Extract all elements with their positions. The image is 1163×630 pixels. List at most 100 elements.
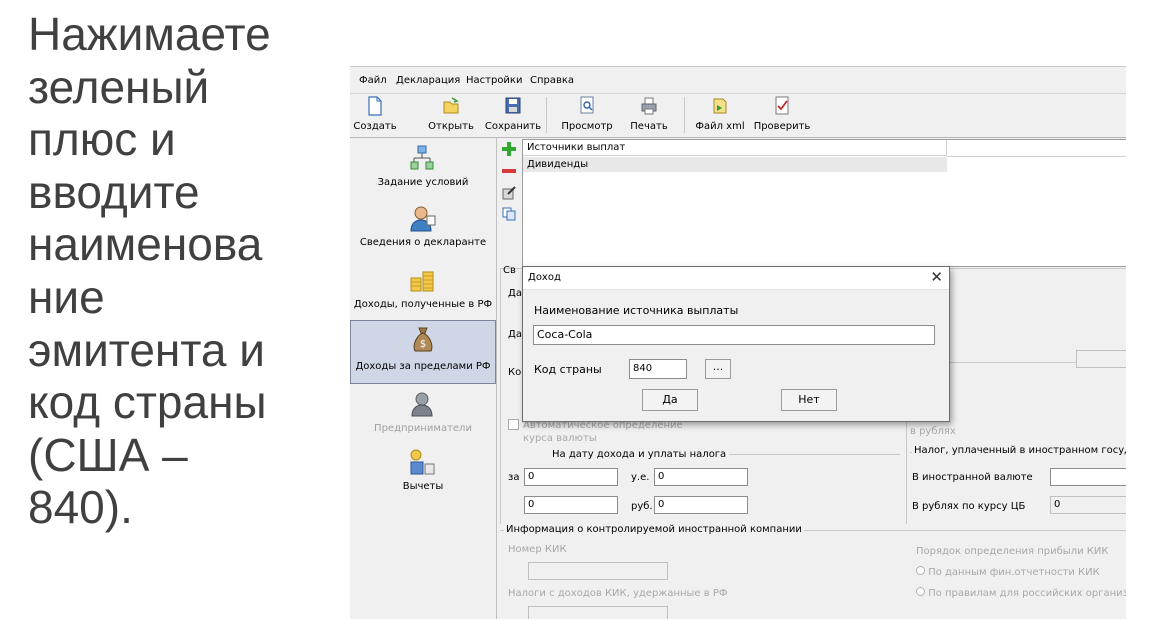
kik-number-field (528, 562, 668, 580)
save-button[interactable]: Сохранить (484, 93, 542, 137)
menu-help[interactable]: Справка (530, 75, 574, 86)
slide-text-line: плюс и (28, 113, 176, 166)
print-button[interactable]: Печать (624, 93, 674, 137)
xml-file-button[interactable]: Файл xml (694, 93, 746, 137)
money-bag-icon: $ (413, 327, 433, 352)
kik-taxes-label: Налоги с доходов КИК, удержанные в РФ (508, 588, 728, 599)
payment-sources-list[interactable]: Источники выплат Дивиденды (522, 139, 1126, 267)
kik-taxes-field (528, 606, 668, 619)
sidebar: Задание условий Сведения о декларанте До… (350, 138, 497, 619)
svg-text:$: $ (420, 339, 426, 350)
menu-settings[interactable]: Настройки (466, 75, 522, 86)
sidebar-item-deductions[interactable]: Вычеты (350, 444, 496, 502)
open-folder-icon (443, 97, 459, 114)
amount-rub-field[interactable]: 0 (654, 496, 748, 514)
list-column-header: Источники выплат (523, 140, 947, 156)
copy-icon (502, 207, 516, 221)
kik-number-label: Номер КИК (508, 544, 567, 555)
auto-rate-checkbox[interactable] (508, 419, 519, 432)
open-button[interactable]: Открыть (426, 93, 476, 137)
sidebar-item-label: Сведения о декларанте (359, 237, 487, 248)
hidden-field (1076, 350, 1126, 368)
print-label: Печать (630, 121, 668, 132)
add-source-button[interactable] (500, 142, 518, 158)
floppy-disk-icon (505, 97, 521, 114)
sidebar-item-entrepreneurs[interactable]: Предприниматели (350, 386, 496, 444)
no-button[interactable]: Нет (781, 389, 837, 411)
rub-cb-label: В рублях по курсу ЦБ (912, 501, 1026, 512)
slide-text-line: наименова (28, 218, 263, 271)
sidebar-item-label: Задание условий (377, 177, 469, 188)
new-document-icon (368, 96, 382, 116)
income-dialog: Доход ✕ Наименование источника выплаты C… (522, 266, 950, 422)
sidebar-item-declarant[interactable]: Сведения о декларанте (350, 200, 496, 258)
dialog-title-bar: Доход ✕ (523, 267, 949, 290)
deductions-icon (410, 449, 435, 475)
list-item[interactable]: Дивиденды (523, 157, 947, 172)
printer-icon (641, 97, 657, 115)
date-label-clipped: Да (508, 329, 522, 340)
kik-group-title: Информация о контролируемой иностранной … (504, 524, 804, 535)
toolbar-separator (684, 97, 685, 133)
open-label: Открыть (428, 121, 474, 132)
red-minus-icon (502, 169, 516, 173)
entrepreneur-icon (411, 392, 433, 417)
edit-icon (502, 186, 516, 200)
slide-text-line: (США – (28, 428, 188, 481)
auto-rate-label: Автоматическое определение курса валюты (523, 420, 683, 444)
menu-file[interactable]: Файл (359, 75, 387, 86)
edit-source-button[interactable] (500, 186, 518, 202)
rub-label: руб. (631, 501, 653, 512)
in-rubles-label: в рублях (910, 426, 956, 437)
country-code-input[interactable]: 840 (629, 359, 687, 379)
radio-fin-reports[interactable]: По данным фин.отчетности КИК (916, 566, 1100, 578)
check-button[interactable]: Проверить (750, 93, 814, 137)
foreign-tax-group-title: Налог, уплаченный в иностранном государс… (912, 445, 1126, 456)
foreign-currency-field[interactable] (1050, 468, 1126, 486)
sidebar-item-label: Вычеты (402, 481, 444, 492)
sidebar-item-income-abroad[interactable]: $ Доходы за пределами РФ (350, 320, 496, 384)
list-column-header-empty (947, 140, 1126, 157)
green-plus-icon (502, 142, 516, 156)
date-group-title: На дату дохода и уплаты налога (549, 449, 730, 460)
preview-label: Просмотр (561, 121, 613, 132)
slide-text-line: вводите (28, 165, 200, 218)
ue-label: у.е. (631, 472, 650, 483)
amount-ue-field[interactable]: 0 (654, 468, 748, 486)
person-icon (410, 206, 436, 232)
amount-row2-field[interactable]: 0 (524, 496, 618, 514)
toolbar-separator (546, 97, 547, 133)
dialog-title: Доход (528, 272, 561, 283)
check-label: Проверить (753, 121, 811, 132)
yes-button[interactable]: Да (642, 389, 698, 411)
country-browse-button[interactable]: ... (705, 359, 731, 379)
section-title-clipped: Св (503, 265, 516, 276)
xml-file-icon (713, 98, 727, 114)
sidebar-item-income-rf[interactable]: Доходы, полученные в РФ (350, 262, 496, 320)
remove-source-button[interactable] (500, 164, 518, 180)
create-label: Создать (353, 121, 397, 132)
create-button[interactable]: Создать (352, 93, 398, 137)
close-icon[interactable]: ✕ (930, 268, 943, 286)
source-name-input[interactable]: Coca-Cola (533, 325, 935, 345)
slide-text-line: эмитента и (28, 323, 265, 376)
slide-text-line: ние (28, 270, 105, 323)
amount-currency-field[interactable]: 0 (524, 468, 618, 486)
sidebar-item-label: Доходы за пределами РФ (355, 361, 491, 372)
toolbar: Создать Открыть Сохранить Просмотр Печат… (350, 93, 1126, 138)
menu-declaration[interactable]: Декларация (396, 75, 460, 86)
group-border (500, 268, 501, 524)
radio-russian-rules[interactable]: По правилам для российских организаций (916, 587, 1126, 599)
foreign-currency-label: В иностранной валюте (912, 472, 1033, 483)
rub-cb-field: 0 (1050, 496, 1126, 514)
slide-text-line: 840). (28, 481, 133, 534)
sidebar-item-conditions[interactable]: Задание условий (350, 140, 496, 198)
sidebar-item-label: Предприниматели (374, 423, 472, 434)
menu-bar: Файл Декларация Настройки Справка (350, 66, 1126, 94)
za-label: за (508, 472, 520, 483)
preview-button[interactable]: Просмотр (556, 93, 618, 137)
copy-source-button[interactable] (500, 207, 518, 223)
slide-instruction-text: Нажимаете зеленый плюс и вводите наимено… (28, 8, 328, 534)
radio-fin-reports-label: По данным фин.отчетности КИК (928, 567, 1100, 578)
profit-order-label: Порядок определения прибыли КИК (916, 546, 1109, 557)
